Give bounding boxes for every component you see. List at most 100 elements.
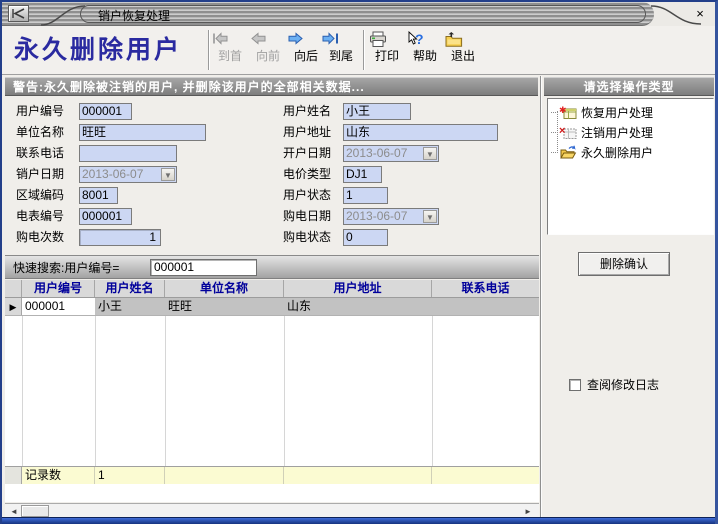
printer-icon: [368, 31, 386, 49]
exit-label: 退出: [444, 49, 482, 64]
field-label: 单位名称: [16, 124, 64, 141]
table-row[interactable]: ▶ 000001 小王 旺旺 山东: [5, 298, 539, 316]
toolbar-separator: [208, 30, 210, 70]
row-marker-icon: ▶: [5, 298, 22, 315]
meter-no-field[interactable]: 000001: [79, 208, 132, 225]
column-header[interactable]: 用户地址: [284, 280, 432, 297]
user-table: 用户编号 用户姓名 单位名称 用户地址 联系电话 ▶ 000001 小王 旺旺 …: [5, 280, 539, 502]
open-date-value: 2013-06-07: [346, 146, 407, 160]
grid-line: [284, 298, 285, 484]
operation-type-header: 请选择操作类型: [544, 77, 714, 96]
field-label: 销户日期: [16, 166, 64, 183]
print-label: 打印: [368, 49, 406, 64]
list-item-delete-user[interactable]: 永久删除用户: [551, 143, 653, 161]
unit-name-field[interactable]: 旺旺: [79, 124, 206, 141]
open-date-combo[interactable]: 2013-06-07 ▼: [343, 145, 439, 162]
chevron-down-icon[interactable]: ▼: [423, 147, 437, 160]
toolbar-separator: [363, 30, 365, 70]
quick-search-bar: 快速搜索:用户编号= 000001: [5, 255, 539, 279]
nav-next-button[interactable]: 向后: [287, 29, 325, 72]
column-header[interactable]: 用户编号: [22, 280, 95, 297]
column-header[interactable]: 联系电话: [432, 280, 539, 297]
cell-unit-name[interactable]: 旺旺: [165, 298, 284, 315]
cell-user-id[interactable]: 000001: [22, 298, 95, 315]
cell-user-address[interactable]: 山东: [284, 298, 432, 315]
footer-cell: [165, 467, 284, 484]
delete-confirm-button[interactable]: 删除确认: [578, 252, 670, 276]
restore-user-icon: ✱: [559, 105, 577, 120]
column-header[interactable]: 单位名称: [165, 280, 284, 297]
list-item-label: 永久删除用户: [581, 144, 653, 161]
chevron-down-icon[interactable]: ▼: [423, 210, 437, 223]
horizontal-scrollbar[interactable]: ◄ ►: [5, 503, 539, 518]
table-header: 用户编号 用户姓名 单位名称 用户地址 联系电话: [5, 280, 539, 298]
user-name-field[interactable]: 小王: [343, 103, 411, 120]
grid-line: [165, 298, 166, 484]
region-code-field[interactable]: 8001: [79, 187, 118, 204]
cancel-user-icon: ×: [559, 125, 577, 140]
column-header[interactable]: 用户姓名: [95, 280, 165, 297]
list-item-restore-user[interactable]: ✱ 恢复用户处理: [551, 103, 653, 121]
field-label: 购电日期: [283, 208, 331, 225]
field-label: 购电次数: [16, 229, 64, 246]
quick-search-input[interactable]: 000001: [150, 259, 257, 276]
tree-connector: [551, 112, 558, 113]
grid-line: [95, 298, 96, 484]
cell-phone[interactable]: [432, 298, 539, 315]
table-body: ▶ 000001 小王 旺旺 山东 记录数 1: [5, 298, 539, 484]
field-label: 用户编号: [16, 103, 64, 120]
grid-line: [432, 298, 433, 484]
phone-field[interactable]: [79, 145, 177, 162]
app-window: 销户恢复处理 × 永久删除用户 到首 向前: [0, 0, 718, 524]
tree-connector: [551, 132, 558, 133]
exit-button[interactable]: 退出: [444, 29, 482, 72]
list-item-cancel-user[interactable]: × 注销用户处理: [551, 123, 653, 141]
go-last-icon: [322, 31, 340, 49]
print-button[interactable]: 打印: [368, 29, 406, 72]
help-cursor-icon: ?: [406, 31, 424, 49]
purchase-date-combo[interactable]: 2013-06-07 ▼: [343, 208, 439, 225]
go-next-icon: [287, 31, 305, 49]
user-address-field[interactable]: 山东: [343, 124, 498, 141]
panel-separator: [540, 76, 542, 519]
nav-first-label: 到首: [211, 49, 249, 64]
nav-last-label: 到尾: [322, 49, 360, 64]
quick-search-label: 快速搜索:用户编号=: [13, 256, 119, 280]
purchase-status-field[interactable]: 0: [343, 229, 388, 246]
operation-type-list: ✱ 恢复用户处理 × 注销用户处理: [547, 98, 714, 235]
close-date-combo[interactable]: 2013-06-07 ▼: [79, 166, 177, 183]
price-type-field[interactable]: DJ1: [343, 166, 382, 183]
checkbox-icon[interactable]: [569, 379, 581, 391]
chevron-down-icon[interactable]: ▼: [161, 168, 175, 181]
footer-cell: [432, 467, 539, 484]
indicator-column-header: [5, 280, 22, 297]
scroll-left-icon[interactable]: ◄: [7, 506, 21, 517]
svg-text:✱: ✱: [559, 105, 567, 115]
purchase-count-field[interactable]: 1: [79, 229, 161, 246]
grid-line: [22, 298, 23, 484]
scrollbar-thumb[interactable]: [21, 505, 49, 517]
table-footer-row: 记录数 1: [5, 466, 539, 484]
nav-last-button[interactable]: 到尾: [322, 29, 360, 72]
help-button[interactable]: ? 帮助: [406, 29, 444, 72]
screen-title: 永久删除用户: [14, 32, 182, 70]
field-label: 电价类型: [283, 166, 331, 183]
delete-user-folder-icon: [559, 145, 577, 160]
nav-first-button[interactable]: 到首: [211, 29, 249, 72]
user-id-field[interactable]: 000001: [79, 103, 132, 120]
close-icon[interactable]: ×: [690, 5, 710, 23]
close-date-value: 2013-06-07: [82, 167, 143, 181]
field-label: 区域编码: [16, 187, 64, 204]
warning-bar: 警告:永久删除被注销的用户, 并删除该用户的全部相关数据...: [5, 77, 538, 96]
cell-user-name[interactable]: 小王: [95, 298, 165, 315]
scroll-right-icon[interactable]: ►: [521, 506, 535, 517]
user-status-field[interactable]: 1: [343, 187, 388, 204]
nav-prev-button[interactable]: 向前: [249, 29, 287, 72]
window-title: 销户恢复处理: [98, 7, 170, 24]
nav-next-label: 向后: [287, 49, 325, 64]
tree-connector: [551, 152, 558, 153]
view-log-checkbox[interactable]: 查阅修改日志: [569, 376, 659, 393]
app-logo-icon: [8, 5, 29, 22]
purchase-date-value: 2013-06-07: [346, 209, 407, 223]
svg-text:×: ×: [559, 125, 565, 137]
